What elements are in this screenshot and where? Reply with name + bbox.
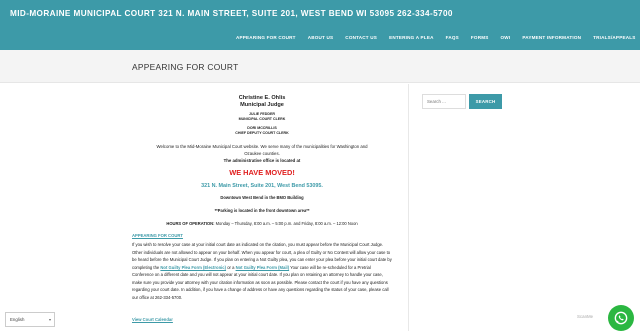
nav-about-us[interactable]: ABOUT US (302, 35, 340, 45)
not-guilty-electronic-link[interactable]: Not Guilty Plea Form (Electronic) (160, 265, 226, 270)
whatsapp-chat-button[interactable] (608, 305, 634, 331)
judge-title: Municipal Judge (240, 102, 284, 108)
welcome-text: Welcome to the Mid-Moraine Municipal Cou… (132, 143, 392, 165)
language-value: English (10, 317, 25, 322)
sidebar-divider (408, 84, 409, 331)
clerk-block-2: DORI MCCRILLIS CHIEF DEPUTY COURT CLERK (132, 126, 392, 135)
welcome-line-1: Welcome to the Mid-Moraine Municipal Cou… (156, 144, 368, 149)
judge-name: Christine E. Ohlis (238, 95, 286, 101)
moved-notice: WE HAVE MOVED! (229, 168, 295, 177)
nav-owi[interactable]: OWI (495, 35, 517, 45)
hours-label: HOURS OF OPERATION: (166, 221, 215, 226)
appearing-for-court-link[interactable]: APPEARING FOR COURT (132, 233, 183, 238)
admin-office-text: The administrative office is located at (223, 158, 301, 164)
nav-appearing-for-court[interactable]: APPEARING FOR COURT (230, 35, 302, 45)
language-select[interactable]: English ▾ (5, 312, 55, 327)
nav-forms[interactable]: FORMS (465, 35, 495, 45)
nav-contact-us[interactable]: CONTACT US (339, 35, 383, 45)
hours-of-operation: HOURS OF OPERATION: Monday – Thursday, 8… (132, 221, 392, 226)
nav-faqs[interactable]: FAQS (440, 35, 465, 45)
welcome-line-2: Ozaukee counties. (244, 151, 280, 157)
page-title: APPEARING FOR COURT (132, 62, 239, 72)
view-court-calendar-link[interactable]: View Court Calendar (132, 317, 173, 322)
nav-trials-appeals[interactable]: TRIALS/APPEALS (587, 35, 640, 45)
nav-entering-a-plea[interactable]: ENTERING A PLEA (383, 35, 440, 45)
clerk2-title: CHIEF DEPUTY COURT CLERK (235, 130, 289, 135)
not-guilty-mail-link[interactable]: Not Guilty Plea Form (Mail) (236, 265, 290, 270)
office-location: Downtown West Bend in the BMO Building (220, 195, 304, 200)
site-title[interactable]: MID-MORAINE MUNICIPAL COURT 321 N. MAIN … (10, 9, 453, 18)
main-content: Christine E. Ohlis Municipal Judge JULIE… (132, 95, 392, 331)
chevron-down-icon: ▾ (48, 317, 51, 322)
whatsapp-icon (614, 311, 628, 325)
appearing-paragraph: If you wish to resolve your case at your… (132, 241, 392, 301)
page-title-bar: APPEARING FOR COURT (0, 50, 640, 83)
clerk1-title: MUNICIPAL COURT CLERK (238, 116, 286, 121)
main-nav: APPEARING FOR COURT ABOUT US CONTACT US … (230, 35, 640, 45)
site-header: MID-MORAINE MUNICIPAL COURT 321 N. MAIN … (0, 0, 640, 50)
judge-block: Christine E. Ohlis Municipal Judge (132, 95, 392, 109)
parking-note: **Parking is located in the front downto… (214, 208, 310, 213)
search-button[interactable]: SEARCH (469, 94, 502, 109)
para-part-2: or a (226, 264, 236, 270)
office-address: 321 N. Main Street, Suite 201, West Bend… (201, 183, 323, 189)
search-input[interactable] (422, 94, 466, 109)
clerk-block-1: JULIE FEDDER MUNICIPAL COURT CLERK (132, 112, 392, 121)
hours-value: Monday – Thursday, 8:00 a.m. – 5:00 p.m.… (214, 221, 358, 226)
nav-payment-information[interactable]: PAYMENT INFORMATION (516, 35, 587, 45)
scan-me-badge: ScanMe (577, 314, 594, 319)
